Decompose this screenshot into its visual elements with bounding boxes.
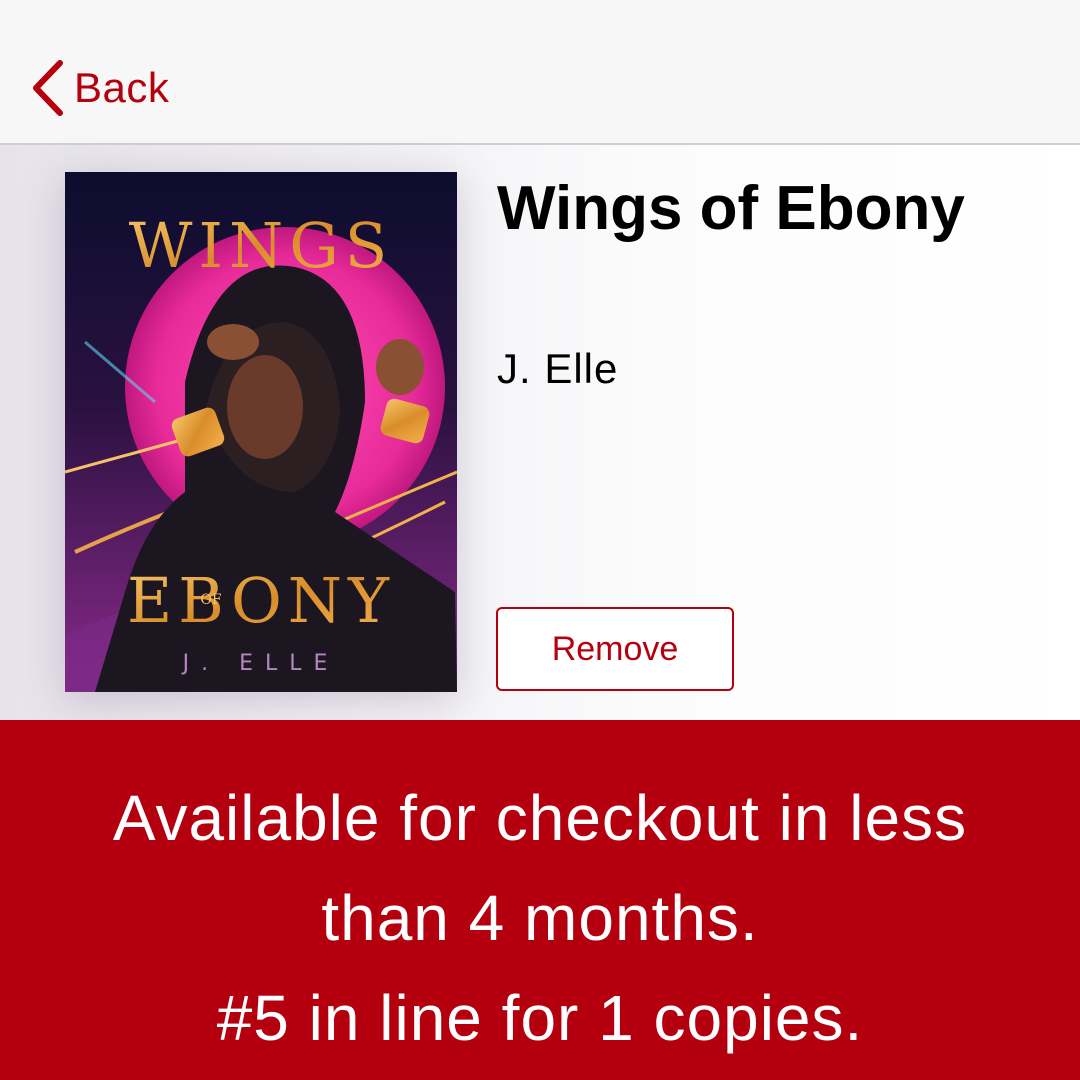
hold-status-line-2: than 4 months. [321, 882, 759, 954]
cover-author: J. ELLE [181, 651, 340, 676]
navigation-bar: Back [0, 0, 1080, 145]
hold-status-line-1: Available for checkout in less [112, 782, 968, 854]
chevron-left-icon [33, 60, 63, 116]
remove-button[interactable]: Remove [496, 607, 734, 691]
hold-status-line-3: #5 in line for 1 copies. [216, 982, 864, 1054]
back-button[interactable]: Back [30, 58, 169, 118]
hold-status-banner: Available for checkout in less than 4 mo… [0, 720, 1080, 1080]
book-cover: WINGS EBONY OF J. ELLE [65, 172, 457, 692]
book-title: Wings of Ebony [497, 174, 965, 243]
book-author: J. Elle [497, 345, 619, 392]
cover-title-mid: OF [200, 592, 221, 608]
book-detail: WINGS EBONY OF J. ELLE Wings of Ebony J.… [0, 145, 1080, 720]
cover-title-top: WINGS [129, 209, 393, 282]
back-label: Back [74, 64, 170, 111]
cover-title-bottom: EBONY [127, 564, 395, 637]
